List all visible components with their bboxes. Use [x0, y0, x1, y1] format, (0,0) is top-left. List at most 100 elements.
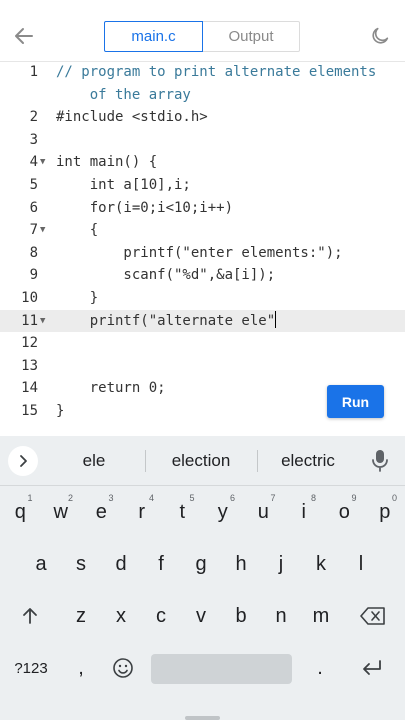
code-line[interactable]: 13: [0, 355, 405, 377]
period-key[interactable]: .: [300, 646, 340, 690]
text-cursor: [275, 310, 277, 328]
key-c[interactable]: c: [141, 594, 181, 638]
key-x[interactable]: x: [101, 594, 141, 638]
code-line[interactable]: 8 printf("enter elements:");: [0, 242, 405, 264]
line-number: 14: [21, 380, 38, 397]
code-line[interactable]: 2 #include <stdio.h>: [0, 106, 405, 128]
code-line[interactable]: 12: [0, 332, 405, 354]
key-n[interactable]: n: [261, 594, 301, 638]
code-line[interactable]: 7 ▼ {: [0, 219, 405, 241]
emoji-key[interactable]: [104, 646, 142, 690]
key-row-4: ?123 , .: [0, 646, 405, 698]
code-line[interactable]: 6 for(i=0;i<10;i++): [0, 197, 405, 219]
code-text: }: [56, 290, 99, 306]
shift-key[interactable]: [10, 594, 50, 638]
code-line[interactable]: 9 scanf("%d",&a[i]);: [0, 264, 405, 286]
code-line[interactable]: 1 // program to print alternate elements: [0, 61, 405, 83]
key-hint: 3: [108, 493, 114, 503]
run-button[interactable]: Run: [327, 385, 384, 418]
suggestion-2[interactable]: election: [146, 436, 256, 486]
code-text: #include <stdio.h>: [56, 109, 208, 126]
key-l[interactable]: l: [341, 542, 381, 586]
tab-main-c[interactable]: main.c: [104, 21, 203, 52]
key-t[interactable]: t5: [162, 490, 203, 534]
code-line[interactable]: 4 ▼ int main() {: [0, 151, 405, 173]
voice-input-button[interactable]: [370, 449, 390, 473]
key-hint: 0: [391, 493, 397, 503]
key-hint: 7: [270, 493, 276, 503]
line-number: 8: [29, 244, 38, 261]
shift-arrow-icon: [23, 608, 37, 624]
key-e[interactable]: e3: [81, 490, 122, 534]
space-key[interactable]: [151, 654, 292, 684]
code-line[interactable]: 5 int a[10],i;: [0, 174, 405, 196]
key-row-3: zxcvbnm: [0, 594, 405, 646]
line-number: 3: [29, 131, 38, 148]
key-label: e: [95, 500, 107, 523]
line-number: 11: [21, 312, 38, 329]
code-text: int a[10],i;: [56, 177, 191, 193]
key-r[interactable]: r4: [122, 490, 163, 534]
code-line-active[interactable]: 11 ▼ printf("alternate ele": [0, 309, 405, 332]
code-text: printf("alternate ele": [56, 310, 277, 329]
key-m[interactable]: m: [301, 594, 341, 638]
code-text: {: [56, 222, 99, 239]
key-y[interactable]: y6: [203, 490, 244, 534]
key-label: y: [217, 500, 228, 523]
enter-arrow-icon: [363, 660, 381, 675]
key-q[interactable]: q1: [0, 490, 41, 534]
key-j[interactable]: j: [261, 542, 301, 586]
key-p[interactable]: p0: [365, 490, 405, 534]
key-f[interactable]: f: [141, 542, 181, 586]
key-label: t: [179, 500, 186, 523]
key-o[interactable]: o9: [324, 490, 365, 534]
moon-icon: [372, 27, 389, 44]
backspace-icon: [359, 607, 385, 625]
code-editor[interactable]: 1// program to print alternate elements …: [0, 62, 405, 436]
fold-toggle-icon[interactable]: ▼: [40, 151, 45, 173]
key-label: q: [14, 500, 26, 523]
line-number: 13: [21, 357, 38, 374]
key-hint: 8: [310, 493, 316, 503]
key-label: r: [138, 500, 146, 523]
expand-suggestions-button[interactable]: [8, 446, 38, 476]
key-a[interactable]: a: [21, 542, 61, 586]
key-i[interactable]: i8: [284, 490, 325, 534]
fold-toggle-icon[interactable]: ▼: [40, 310, 45, 332]
key-z[interactable]: z: [61, 594, 101, 638]
smiley-icon: [113, 658, 133, 678]
key-v[interactable]: v: [181, 594, 221, 638]
back-button[interactable]: [8, 20, 40, 52]
key-b[interactable]: b: [221, 594, 261, 638]
fold-toggle-icon[interactable]: ▼: [40, 219, 45, 241]
key-hint: 1: [27, 493, 33, 503]
code-line[interactable]: 3: [0, 129, 405, 151]
soft-keyboard: ele election electric q1w2e3r4t5y6u7i8o9…: [0, 436, 405, 720]
code-text: }: [56, 403, 65, 419]
code-text: for(i=0;i<10;i++): [56, 199, 234, 216]
code-line[interactable]: 10 }: [0, 287, 405, 309]
code-text: scanf("%d",&a[i]);: [56, 267, 276, 284]
key-row-2: asdfghjkl: [0, 542, 405, 594]
symbols-key[interactable]: ?123: [6, 646, 56, 690]
key-w[interactable]: w2: [41, 490, 82, 534]
key-u[interactable]: u7: [243, 490, 284, 534]
enter-key[interactable]: [352, 646, 392, 690]
arrow-left-icon: [15, 28, 33, 44]
suggestion-3[interactable]: electric: [258, 436, 358, 486]
tab-output[interactable]: Output: [203, 21, 300, 52]
dark-mode-toggle[interactable]: [364, 20, 396, 52]
comma-key[interactable]: ,: [62, 646, 100, 690]
line-number: 12: [21, 335, 38, 352]
key-g[interactable]: g: [181, 542, 221, 586]
key-h[interactable]: h: [221, 542, 261, 586]
code-text: of the array: [56, 86, 191, 103]
code-line[interactable]: of the array: [0, 84, 405, 106]
gesture-nav-handle: [185, 716, 220, 720]
key-k[interactable]: k: [301, 542, 341, 586]
key-s[interactable]: s: [61, 542, 101, 586]
key-d[interactable]: d: [101, 542, 141, 586]
suggestion-bar: ele election electric: [0, 436, 405, 486]
suggestion-1[interactable]: ele: [44, 436, 144, 486]
backspace-key[interactable]: [350, 594, 395, 638]
